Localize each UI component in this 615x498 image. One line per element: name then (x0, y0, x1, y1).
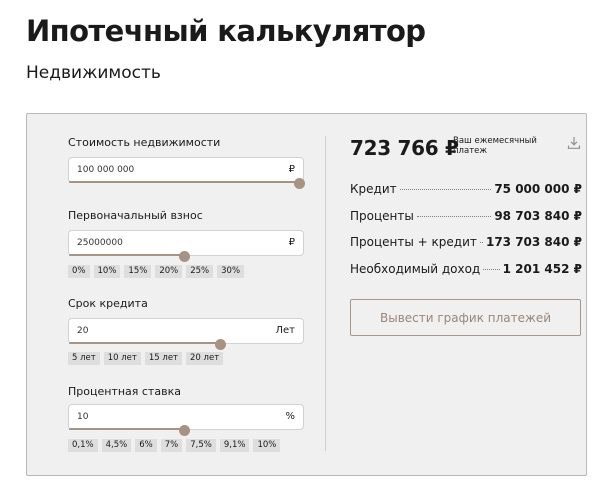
summary-value: 1 201 452 ₽ (502, 262, 582, 276)
down-payment-label: Первоначальный взнос (68, 209, 203, 222)
term-unit: Лет (275, 325, 296, 336)
term-value[interactable]: 20 (77, 326, 88, 336)
mortgage-calculator-panel: Стоимость недвижимости 100 000 000 ₽ Пер… (26, 113, 587, 476)
rate-chip[interactable]: 7,5% (186, 439, 216, 452)
column-divider (325, 136, 326, 451)
summary-label: Проценты (350, 209, 414, 223)
summary-label: Проценты + кредит (350, 235, 477, 249)
rate-value[interactable]: 10 (77, 412, 88, 422)
price-field[interactable]: 100 000 000 ₽ (68, 157, 305, 189)
price-unit: ₽ (288, 164, 295, 175)
dotted-leader (479, 242, 483, 243)
summary-value: 75 000 000 ₽ (494, 182, 582, 196)
term-label: Срок кредита (68, 297, 148, 310)
rate-chips: 0,1% 4,5% 6% 7% 7,5% 9,1% 10% (68, 439, 281, 452)
down-payment-chip[interactable]: 20% (155, 265, 183, 278)
rate-field[interactable]: 10 % (68, 404, 304, 436)
rate-chip[interactable]: 0,1% (68, 439, 98, 452)
rate-slider-track[interactable] (69, 428, 184, 430)
dotted-leader (399, 189, 492, 190)
price-value[interactable]: 100 000 000 (77, 165, 134, 175)
monthly-payment-caption: Ваш ежемесячный платеж (453, 136, 537, 156)
rate-unit: % (285, 411, 295, 422)
down-payment-chip[interactable]: 25% (186, 265, 214, 278)
down-payment-value[interactable]: 25000000 (77, 238, 123, 248)
price-label: Стоимость недвижимости (68, 136, 221, 149)
dotted-leader (483, 269, 500, 270)
term-slider-track[interactable] (69, 342, 221, 344)
rate-chip[interactable]: 10% (253, 439, 281, 452)
rate-chip[interactable]: 7% (160, 439, 183, 452)
summary-row-total: Проценты + кредит 173 703 840 ₽ (350, 235, 582, 249)
download-icon[interactable] (567, 135, 581, 149)
down-payment-chip[interactable]: 30% (217, 265, 245, 278)
term-chip[interactable]: 15 лет (144, 352, 183, 365)
rate-chip[interactable]: 6% (135, 439, 157, 452)
down-payment-chip[interactable]: 10% (93, 265, 121, 278)
payment-schedule-button[interactable]: Вывести график платежей (350, 299, 581, 336)
down-payment-chips: 0% 10% 15% 20% 25% 30% (68, 265, 245, 278)
price-slider-track[interactable] (69, 181, 299, 183)
term-chip[interactable]: 5 лет (68, 352, 100, 365)
rate-chip[interactable]: 4,5% (101, 439, 132, 452)
page-subtitle: Недвижимость (26, 63, 161, 83)
down-payment-chip[interactable]: 15% (124, 265, 152, 278)
summary-row-interest: Проценты 98 703 840 ₽ (350, 209, 582, 223)
page-title: Ипотечный калькулятор (26, 14, 426, 48)
price-slider-thumb[interactable] (293, 177, 305, 189)
dotted-leader (416, 216, 492, 217)
summary-value: 173 703 840 ₽ (485, 235, 582, 249)
down-payment-chip[interactable]: 0% (68, 265, 90, 278)
rate-label: Процентная ставка (68, 385, 181, 398)
term-chip[interactable]: 20 лет (186, 352, 224, 365)
term-chip[interactable]: 10 лет (103, 352, 141, 365)
summary-label: Кредит (350, 182, 397, 196)
summary-row-credit: Кредит 75 000 000 ₽ (350, 182, 582, 196)
term-chips: 5 лет 10 лет 15 лет 20 лет (68, 352, 224, 365)
term-slider-thumb[interactable] (215, 338, 227, 350)
down-payment-field[interactable]: 25000000 ₽ (68, 230, 304, 262)
down-payment-slider-track[interactable] (69, 254, 184, 256)
monthly-payment-amount: 723 766 ₽ (350, 136, 459, 160)
down-payment-slider-thumb[interactable] (178, 250, 190, 262)
term-field[interactable]: 20 Лет (68, 318, 304, 350)
summary-label: Необходимый доход (350, 262, 481, 276)
down-payment-unit: ₽ (288, 237, 295, 248)
summary-value: 98 703 840 ₽ (494, 209, 582, 223)
rate-chip[interactable]: 9,1% (219, 439, 250, 452)
rate-slider-thumb[interactable] (178, 424, 190, 436)
summary-row-income: Необходимый доход 1 201 452 ₽ (350, 262, 582, 276)
